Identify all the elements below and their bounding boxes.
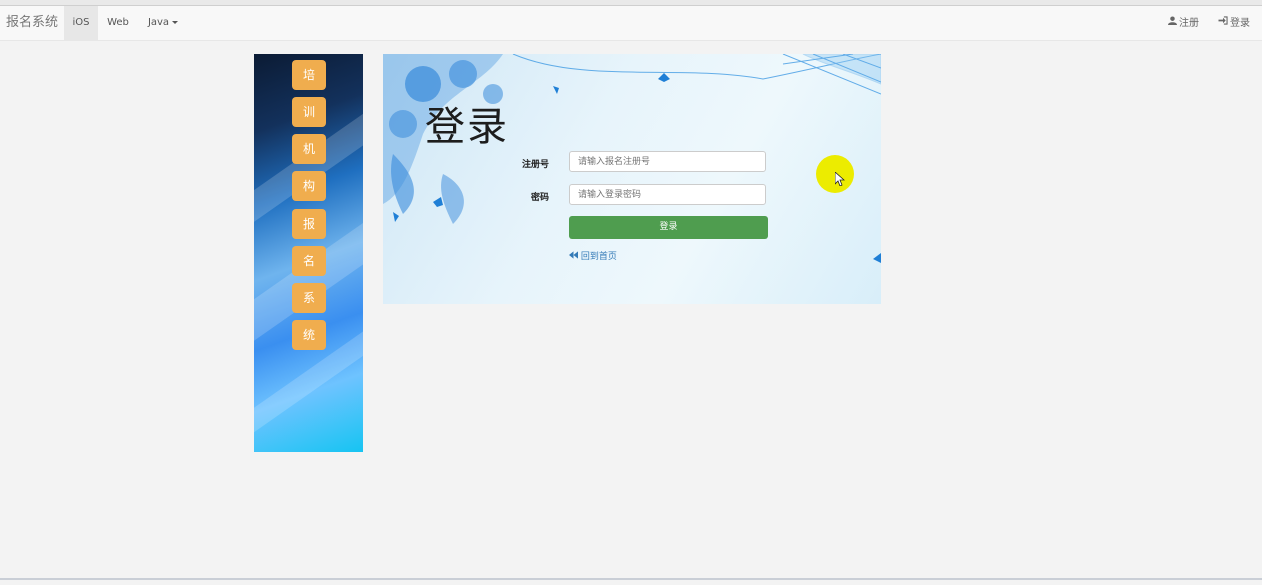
banner-char-tile: 构 xyxy=(292,171,326,201)
user-icon xyxy=(1168,6,1177,40)
back-home-link[interactable]: 回到首页 xyxy=(569,249,617,262)
banner-char-tile: 统 xyxy=(292,320,326,350)
register-number-input[interactable] xyxy=(569,151,766,172)
mouse-pointer-icon xyxy=(835,172,845,186)
nav-item-web[interactable]: Web xyxy=(106,6,130,40)
side-banner: 培 训 机 构 报 名 系 统 xyxy=(254,54,363,452)
login-title: 登录 xyxy=(425,104,509,150)
login-submit-button[interactable]: 登录 xyxy=(569,216,768,239)
banner-char-tile: 训 xyxy=(292,97,326,127)
banner-char-tile: 报 xyxy=(292,209,326,239)
caret-down-icon xyxy=(172,20,179,24)
floral-decoration xyxy=(383,54,881,263)
nav-item-java[interactable]: Java xyxy=(146,6,180,40)
banner-char-tile: 系 xyxy=(292,283,326,313)
register-link[interactable]: 注册 xyxy=(1168,6,1202,40)
register-number-label: 注册号 xyxy=(521,160,549,170)
brand-title[interactable]: 报名系统 xyxy=(6,6,58,40)
register-link-label: 注册 xyxy=(1179,18,1199,29)
banner-char-tile: 培 xyxy=(292,60,326,90)
top-navbar: 报名系统 iOS Web Java 注册 登录 xyxy=(0,6,1262,41)
password-input[interactable] xyxy=(569,184,766,205)
nav-item-ios[interactable]: iOS xyxy=(64,6,98,40)
sign-in-icon xyxy=(1218,6,1228,40)
cursor-highlight xyxy=(816,155,854,193)
login-panel: 登录 注册号 密码 登录 回到首页 xyxy=(383,54,881,304)
banner-char-tile: 机 xyxy=(292,134,326,164)
bottom-divider xyxy=(0,578,1262,580)
login-link-label: 登录 xyxy=(1230,18,1250,29)
password-label: 密码 xyxy=(530,193,549,203)
nav-item-java-label: Java xyxy=(147,17,170,28)
back-home-label: 回到首页 xyxy=(580,252,617,262)
login-link[interactable]: 登录 xyxy=(1218,6,1252,40)
backward-icon xyxy=(569,251,578,262)
banner-char-tile: 名 xyxy=(292,246,326,276)
